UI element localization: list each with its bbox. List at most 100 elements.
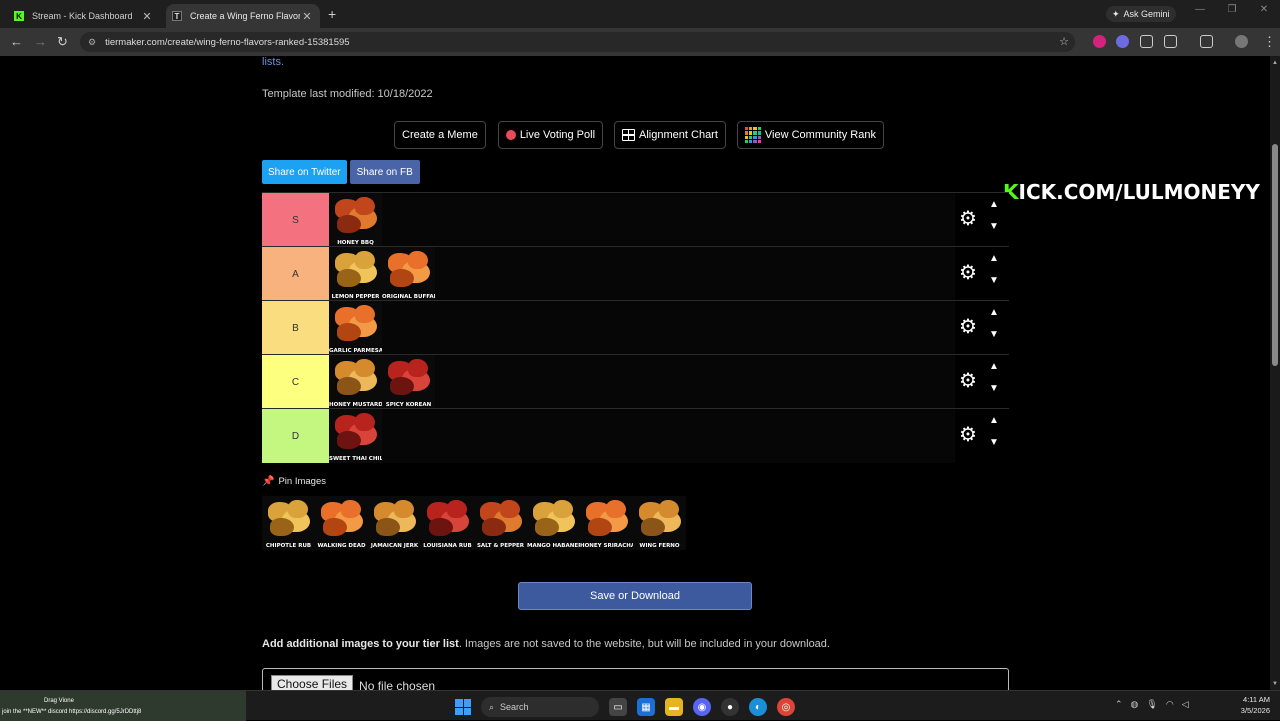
tier-items[interactable]: SWEET THAI CHILI xyxy=(329,409,955,463)
chevron-down-icon[interactable]: ▼ xyxy=(989,383,999,394)
side-panel-icon[interactable] xyxy=(1200,35,1213,48)
gear-icon[interactable]: ⚙ xyxy=(959,371,977,391)
wing-image[interactable]: HONEY BBQ xyxy=(329,193,382,247)
page-scrollbar[interactable]: ▲ ▼ xyxy=(1270,56,1280,690)
wifi-icon[interactable]: ◠ xyxy=(1166,699,1174,710)
tier-label[interactable]: D xyxy=(262,409,329,463)
gear-icon[interactable]: ⚙ xyxy=(959,317,977,337)
tier-label[interactable]: C xyxy=(262,355,329,409)
share-facebook-button[interactable]: Share on FB xyxy=(349,160,420,184)
community-rank-button[interactable]: View Community Rank xyxy=(736,121,884,149)
extension-icon[interactable] xyxy=(1093,35,1106,48)
tier-items[interactable]: HONEY MUSTARD SPICY KOREAN xyxy=(329,355,955,409)
maximize-icon[interactable]: ❐ xyxy=(1216,4,1248,15)
lists-link[interactable]: lists. xyxy=(262,56,284,68)
chevron-up-icon[interactable]: ▲ xyxy=(989,253,999,264)
chevron-up-icon[interactable]: ▲ xyxy=(989,415,999,426)
file-explorer-icon[interactable]: ▬ xyxy=(665,698,683,716)
chevron-down-icon[interactable]: ▼ xyxy=(989,329,999,340)
scroll-down-icon[interactable]: ▼ xyxy=(1270,681,1280,687)
pushpin-icon: 📌 xyxy=(262,476,275,487)
wing-image[interactable]: LOUISIANA RUB xyxy=(421,496,474,550)
chevron-up-icon[interactable]: ▲ xyxy=(989,199,999,210)
clock[interactable]: 4:11 AM 3/5/2026 xyxy=(1226,694,1270,716)
wing-image[interactable]: GARLIC PARMESAN xyxy=(329,301,382,355)
menu-kebab-icon[interactable]: ⋮ xyxy=(1263,34,1276,50)
wing-image[interactable]: SPICY KOREAN xyxy=(382,355,435,409)
tier-label[interactable]: B xyxy=(262,301,329,355)
volume-icon[interactable]: ◁ xyxy=(1182,699,1189,710)
tier-items[interactable]: LEMON PEPPERORIGINAL BUFFALO xyxy=(329,247,955,301)
wing-image[interactable]: CHIPOTLE RUB xyxy=(262,496,315,550)
create-meme-button[interactable]: Create a Meme xyxy=(394,121,486,149)
scroll-up-icon[interactable]: ▲ xyxy=(1270,60,1280,66)
wing-image[interactable]: LEMON PEPPER xyxy=(329,247,382,301)
gear-icon[interactable]: ⚙ xyxy=(959,425,977,445)
tier-items[interactable]: GARLIC PARMESAN xyxy=(329,301,955,355)
wing-image[interactable]: ORIGINAL BUFFALO xyxy=(382,247,435,301)
tier-controls: ⚙ ▲ ▼ xyxy=(955,355,1009,409)
microphone-icon[interactable]: 🎙 xyxy=(1146,699,1157,710)
extension-icon[interactable] xyxy=(1116,35,1129,48)
task-view-icon[interactable]: ▭ xyxy=(609,698,627,716)
gear-icon[interactable]: ⚙ xyxy=(959,263,977,283)
reload-icon[interactable]: ↻ xyxy=(57,34,68,50)
pin-images-toggle[interactable]: 📌 Pin Images xyxy=(262,476,326,487)
new-tab-icon[interactable]: + xyxy=(328,6,336,22)
extensions-puzzle-icon[interactable] xyxy=(1164,35,1177,48)
ask-gemini-button[interactable]: ✦ Ask Gemini xyxy=(1106,6,1176,22)
share-twitter-button[interactable]: Share on Twitter xyxy=(262,160,347,184)
taskbar-search[interactable]: ⌕ Search xyxy=(481,697,599,717)
chrome-icon[interactable]: ◎ xyxy=(777,698,795,716)
back-icon[interactable]: ← xyxy=(10,34,23,49)
tier-label[interactable]: A xyxy=(262,247,329,301)
tab-kick-dashboard[interactable]: K Stream - Kick Dashboard ✕ xyxy=(8,4,160,28)
windows-start-icon[interactable] xyxy=(455,699,471,715)
extension-icon[interactable] xyxy=(1140,35,1153,48)
forward-icon[interactable]: → xyxy=(34,34,47,49)
edge-icon[interactable]: ◐ xyxy=(749,698,767,716)
address-bar[interactable]: ⚙ tiermaker.com/create/wing-ferno-flavor… xyxy=(80,32,1075,52)
close-tab-icon[interactable]: ✕ xyxy=(140,10,154,23)
chevron-down-icon[interactable]: ▼ xyxy=(989,221,999,232)
wing-image[interactable]: WALKING DEAD xyxy=(315,496,368,550)
choose-files-button[interactable]: Choose Files xyxy=(271,675,354,690)
wing-image[interactable]: SALT & PEPPER xyxy=(474,496,527,550)
chevron-up-icon[interactable]: ▲ xyxy=(989,307,999,318)
gear-icon[interactable]: ⚙ xyxy=(959,209,977,229)
ask-gemini-label: Ask Gemini xyxy=(1123,9,1170,19)
tab-tiermaker[interactable]: T Create a Wing Ferno Flavors Ti ✕ xyxy=(166,4,320,28)
file-input[interactable]: Choose Files No file chosen xyxy=(262,668,1009,690)
save-download-button[interactable]: Save or Download xyxy=(518,582,752,610)
profile-avatar[interactable] xyxy=(1235,35,1248,48)
wing-image[interactable]: WING FERNO xyxy=(633,496,686,550)
bookmark-star-icon[interactable]: ☆ xyxy=(1059,35,1069,48)
store-icon[interactable]: ▦ xyxy=(637,698,655,716)
wing-shape xyxy=(355,197,375,215)
chevron-up-icon[interactable]: ▲ xyxy=(989,361,999,372)
scrollbar-thumb[interactable] xyxy=(1272,144,1278,366)
wing-image[interactable]: SWEET THAI CHILI xyxy=(329,409,382,463)
chevron-down-icon[interactable]: ▼ xyxy=(989,437,999,448)
site-info-icon[interactable]: ⚙ xyxy=(88,37,96,48)
close-tab-icon[interactable]: ✕ xyxy=(300,10,314,23)
network-icon[interactable]: ◍ xyxy=(1131,699,1139,710)
close-window-icon[interactable]: ✕ xyxy=(1248,4,1280,15)
toolbar: ← → ↻ ⚙ tiermaker.com/create/wing-ferno-… xyxy=(0,28,1280,56)
wing-image[interactable]: JAMAICAN JERK xyxy=(368,496,421,550)
discord-icon[interactable]: ◉ xyxy=(693,698,711,716)
tier-label[interactable]: S xyxy=(262,193,329,247)
wing-image[interactable]: HONEY SRIRACHA xyxy=(580,496,633,550)
obs-icon[interactable]: ● xyxy=(721,698,739,716)
wing-image[interactable]: HONEY MUSTARD xyxy=(329,355,382,409)
tier-items[interactable]: HONEY BBQ xyxy=(329,193,955,247)
alignment-chart-button[interactable]: Alignment Chart xyxy=(614,121,726,149)
tray-chevron-icon[interactable]: ⌃ xyxy=(1115,699,1123,710)
url-text: tiermaker.com/create/wing-ferno-flavors-… xyxy=(105,36,350,48)
live-voting-poll-button[interactable]: Live Voting Poll xyxy=(497,121,604,149)
wing-shape xyxy=(553,500,573,518)
wing-shape xyxy=(394,500,414,518)
wing-image[interactable]: MANGO HABANERO xyxy=(527,496,580,550)
minimize-icon[interactable]: — xyxy=(1184,4,1216,15)
chevron-down-icon[interactable]: ▼ xyxy=(989,275,999,286)
